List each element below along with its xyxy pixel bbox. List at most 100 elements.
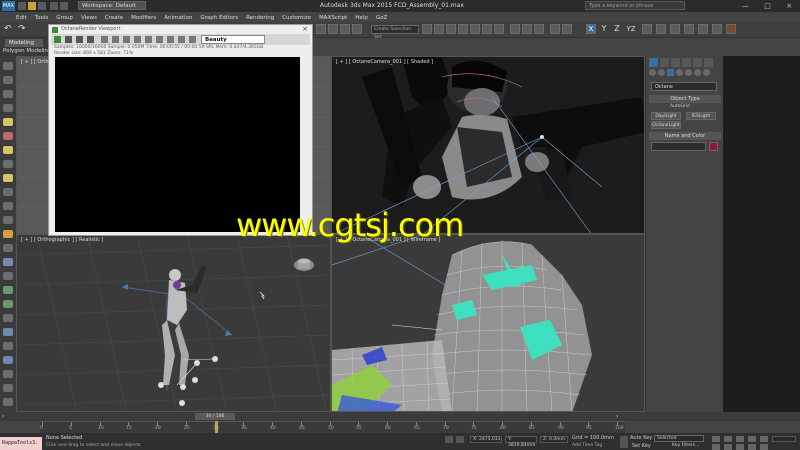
viewport-bottom-right[interactable]: [ + ] [ OctaneCamera_001 ] [ Wireframe ] <box>331 234 645 412</box>
timeline-ruler[interactable]: 0510152025303540455055606570758085909510… <box>40 421 625 433</box>
window-crossing-icon[interactable] <box>458 24 468 34</box>
category-dropdown[interactable]: Octane <box>651 82 717 91</box>
bind-space-warp-icon[interactable] <box>340 24 350 34</box>
ribbon-tab-modeling[interactable]: Modeling <box>5 39 43 47</box>
viewport-label[interactable]: [ + ] [ Orthographic ] [ Realistic ] <box>21 237 103 243</box>
menu-help[interactable]: Help <box>355 15 368 21</box>
shapes-icon[interactable] <box>658 69 665 76</box>
workspace-dropdown[interactable]: Workspace: Default <box>78 1 146 10</box>
menu-animation[interactable]: Animation <box>164 15 192 21</box>
tool-q-icon[interactable] <box>3 314 13 322</box>
maximize-viewport-icon[interactable] <box>760 444 768 450</box>
viewport-label[interactable]: [ + ] [ OctaneCamera_001 ] [ Shaded ] <box>336 59 433 65</box>
new-file-icon[interactable] <box>18 2 26 10</box>
next-key-icon[interactable] <box>748 436 756 442</box>
open-file-icon[interactable] <box>28 2 36 10</box>
layer-explorer-icon[interactable] <box>642 24 652 34</box>
tool-r-icon[interactable] <box>3 328 13 336</box>
space-warps-icon[interactable] <box>694 69 701 76</box>
prev-key-icon[interactable] <box>724 436 732 442</box>
tool-p-icon[interactable] <box>3 300 13 308</box>
tool-t-icon[interactable] <box>3 356 13 364</box>
menu-maxscript[interactable]: MAXScript <box>319 15 347 21</box>
tool-f-icon[interactable] <box>3 146 13 154</box>
tool-c-icon[interactable] <box>3 90 13 98</box>
viewport-bottom-left[interactable]: [ + ] [ Orthographic ] [ Realistic ] <box>16 234 331 412</box>
selection-set-dropdown[interactable]: Create Selection Set <box>371 25 419 40</box>
tool-h-icon[interactable] <box>3 174 13 182</box>
menu-edit[interactable]: Edit <box>16 15 27 21</box>
pause-render-icon[interactable] <box>87 36 94 43</box>
go-to-start-icon[interactable] <box>712 436 720 442</box>
render-setup-icon[interactable] <box>698 24 708 34</box>
move-icon[interactable] <box>470 24 480 34</box>
tool-n-icon[interactable] <box>3 272 13 280</box>
menu-graph-editors[interactable]: Graph Editors <box>200 15 238 21</box>
utilities-tab-icon[interactable] <box>704 58 713 67</box>
search-input[interactable]: Type a keyword or phrase <box>585 1 685 10</box>
mirror-icon[interactable] <box>550 24 560 34</box>
maxscript-listener[interactable]: RappaTools3. <box>0 437 42 450</box>
octane-render-window[interactable]: OctaneRender Viewport × Beauty Samples: … <box>48 24 313 236</box>
light-icon[interactable] <box>3 118 13 126</box>
key-icon[interactable] <box>620 436 628 448</box>
menu-group[interactable]: Group <box>56 15 73 21</box>
tool-g-icon[interactable] <box>3 160 13 168</box>
unlink-icon[interactable] <box>328 24 338 34</box>
tool-j-icon[interactable] <box>3 202 13 210</box>
tool-b-icon[interactable] <box>3 76 13 84</box>
clay-mode-icon[interactable] <box>156 36 163 43</box>
redo-arrow-icon[interactable]: ↷ <box>18 25 28 34</box>
object-color-swatch[interactable] <box>709 142 718 151</box>
rotate-icon[interactable] <box>482 24 492 34</box>
fit-icon[interactable] <box>178 36 185 43</box>
menu-goz[interactable]: GoZ <box>376 15 387 21</box>
snap-toggle-icon[interactable] <box>510 24 520 34</box>
tool-m-icon[interactable] <box>3 258 13 266</box>
angle-snap-icon[interactable] <box>522 24 532 34</box>
zoom-extents-icon[interactable] <box>712 444 720 450</box>
tool-l-icon[interactable] <box>3 244 13 252</box>
menu-rendering[interactable]: Rendering <box>246 15 274 21</box>
app-logo-icon[interactable]: MAX <box>2 1 15 11</box>
save-image-icon[interactable] <box>134 36 141 43</box>
select-object-icon[interactable] <box>422 24 432 34</box>
tool-s-icon[interactable] <box>3 342 13 350</box>
menu-modifiers[interactable]: Modifiers <box>131 15 156 21</box>
axis-y-button[interactable]: Y <box>599 24 609 34</box>
orbit-icon[interactable] <box>736 444 744 450</box>
y-coordinate-field[interactable]: Y: 3819.84mm <box>505 436 537 448</box>
rendered-frame-icon[interactable] <box>712 24 722 34</box>
tool-e-icon[interactable] <box>3 132 13 140</box>
axis-z-button[interactable]: Z <box>612 24 622 34</box>
lock-icon[interactable] <box>145 36 152 43</box>
ieslight-button[interactable]: IESLight <box>686 112 716 120</box>
time-slider-track[interactable] <box>0 412 800 421</box>
z-coordinate-field[interactable]: Z: 0.0mm <box>540 436 568 443</box>
tool-i-icon[interactable] <box>3 188 13 196</box>
rect-selection-icon[interactable] <box>446 24 456 34</box>
systems-icon[interactable] <box>703 69 710 76</box>
prev-frame-icon[interactable]: ‹ <box>2 414 8 420</box>
menu-customize[interactable]: Customize <box>282 15 311 21</box>
key-mode-dropdown[interactable]: Selected <box>654 435 704 442</box>
object-type-rollout[interactable]: Object Type <box>649 95 721 103</box>
next-frame-icon[interactable]: › <box>616 414 622 420</box>
redo-icon[interactable] <box>60 2 68 10</box>
tool-u-icon[interactable] <box>3 370 13 378</box>
geometry-icon[interactable] <box>649 69 656 76</box>
object-name-input[interactable] <box>651 142 706 151</box>
autogrid-checkbox[interactable]: AutoGrid <box>670 104 690 109</box>
undo-arrow-icon[interactable]: ↶ <box>4 25 14 34</box>
save-file-icon[interactable] <box>38 2 46 10</box>
hierarchy-tab-icon[interactable] <box>671 58 680 67</box>
play-icon[interactable] <box>736 436 744 442</box>
scale-icon[interactable] <box>494 24 504 34</box>
helpers-icon[interactable] <box>685 69 692 76</box>
ribbon-tab-polygon-modeling[interactable]: Polygon Modeling <box>3 48 51 54</box>
cameras-icon[interactable] <box>676 69 683 76</box>
tool-w-icon[interactable] <box>3 398 13 406</box>
lock-selection-icon[interactable] <box>445 436 453 443</box>
axis-yz-button[interactable]: YZ <box>626 24 636 34</box>
select-by-name-icon[interactable] <box>434 24 444 34</box>
